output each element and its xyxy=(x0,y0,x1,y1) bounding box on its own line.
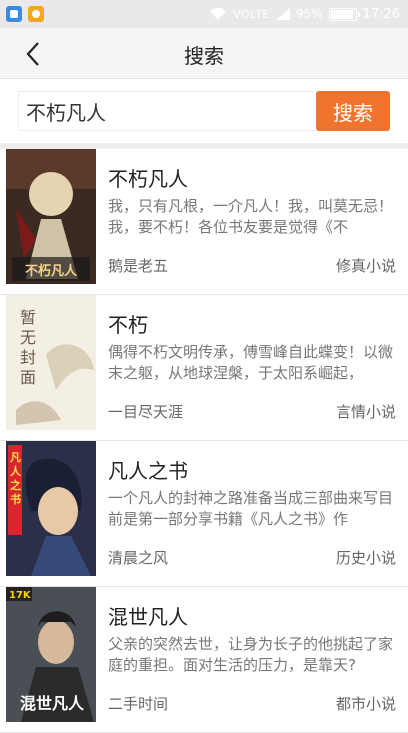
book-title: 混世凡人 xyxy=(108,605,188,629)
book-category: 历史小说 xyxy=(335,549,396,567)
book-cover: 凡人之书 xyxy=(6,441,96,576)
book-description: 偶得不朽文明传承，傅雪峰自此蝶变！以微末之躯，从地球涅槃，于太阳系崛起， xyxy=(108,343,394,382)
book-title: 凡人之书 xyxy=(108,459,188,483)
book-category: 修真小说 xyxy=(335,257,396,275)
book-title: 不朽凡人 xyxy=(108,167,188,191)
result-list: 不朽凡人 不朽凡人 我，只有凡根，一介凡人！我，叫莫无忌！我，要不朽！各位书友要… xyxy=(0,149,408,733)
book-item[interactable]: 凡人之书 凡人之书 一个凡人的封神之路准备当成三部曲来写目前是第一部分享书籍《凡… xyxy=(0,441,408,587)
book-description: 父亲的突然去世，让身为长子的他挑起了家庭的重担。面对生活的压力，是靠天? xyxy=(108,635,394,674)
cover-title: 凡人之书 xyxy=(10,451,22,506)
book-author: 一目尽天涯 xyxy=(108,403,184,421)
book-item[interactable]: 不朽凡人 不朽凡人 我，只有凡根，一介凡人！我，叫莫无忌！我，要不朽！各位书友要… xyxy=(0,149,408,295)
app-notification-icon xyxy=(28,6,44,22)
clock: 17:26 xyxy=(362,6,400,22)
battery-percent: 95% xyxy=(295,7,323,21)
network-type: VOLTE xyxy=(233,7,270,21)
book-cover: 暂无封面 xyxy=(6,295,96,430)
book-cover: 17K 混世凡人 xyxy=(6,587,96,722)
battery-icon xyxy=(328,7,360,21)
book-category: 都市小说 xyxy=(335,695,396,713)
book-cover: 不朽凡人 xyxy=(6,149,96,284)
book-item[interactable]: 暂无封面 不朽 偶得不朽文明传承，傅雪峰自此蝶变！以微末之躯，从地球涅槃，于太阳… xyxy=(0,295,408,441)
cover-badge: 17K xyxy=(9,590,32,601)
status-notifications xyxy=(0,6,44,22)
book-category: 言情小说 xyxy=(335,403,396,421)
book-description: 我，只有凡根，一介凡人！我，叫莫无忌！我，要不朽！各位书友要是觉得《不 xyxy=(108,197,394,236)
status-bar: VOLTE 95% 17:26 xyxy=(0,0,408,28)
book-description: 一个凡人的封神之路准备当成三部曲来写目前是第一部分享书籍《凡人之书》作 xyxy=(108,489,394,528)
cover-placeholder-text: 暂无封面 xyxy=(20,308,36,387)
battery-level xyxy=(330,9,353,19)
book-author: 清晨之风 xyxy=(108,549,169,567)
book-item[interactable]: 17K 混世凡人 混世凡人 父亲的突然去世，让身为长子的他挑起了家庭的重担。面对… xyxy=(0,587,408,733)
page-title: 搜索 xyxy=(184,44,224,68)
title-bar: 搜索 xyxy=(0,28,408,79)
book-author: 二手时间 xyxy=(108,695,169,713)
status-indicators: VOLTE 95% 17:26 xyxy=(209,7,408,22)
wifi-icon xyxy=(210,7,227,20)
search-button[interactable]: 搜索 xyxy=(316,91,390,131)
book-author: 鹅是老五 xyxy=(108,257,169,275)
book-title: 不朽 xyxy=(108,313,148,337)
search-input[interactable] xyxy=(18,91,318,131)
cover-title: 不朽凡人 xyxy=(25,263,78,279)
app-notification-icon xyxy=(6,6,22,22)
signal-icon xyxy=(275,8,290,20)
cover-title: 混世凡人 xyxy=(20,694,85,713)
